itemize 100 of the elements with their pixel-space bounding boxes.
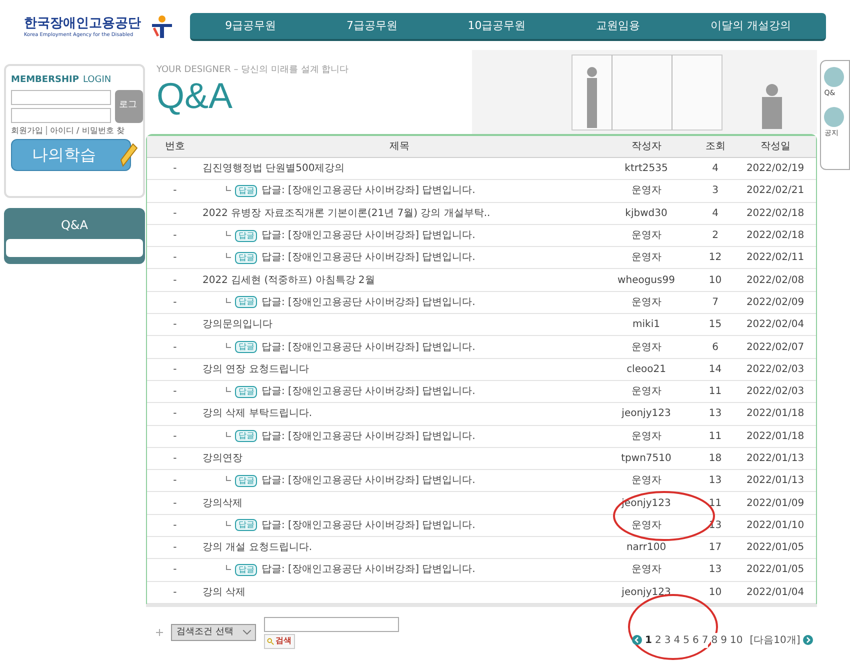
row-number: - (172, 296, 178, 310)
post-title-link[interactable]: 답글: [장애인고용공단 사이버강좌] 답변입니다. (261, 228, 476, 244)
reply-badge: 답글 (235, 386, 258, 398)
post-title-link[interactable]: 답글: [장애인고용공단 사이버강좌] 답변입니다. (261, 518, 476, 533)
search-condition-select[interactable]: 검색조건 선택 (171, 624, 256, 641)
post-title-link[interactable]: 답글: [장애인고용공단 사이버강좌] 답변입니다. (261, 562, 476, 578)
reply-arrow-icon (226, 342, 232, 348)
views-cell-text: 13 (708, 474, 723, 488)
author-cell-text: kjbwd30 (624, 206, 668, 221)
reply-arrow-icon (226, 520, 232, 526)
row-number: - (172, 563, 178, 578)
post-title-link[interactable]: 답글: [장애인고용공단 사이버강좌] 답변입니다. (261, 294, 476, 310)
author-cell-text: ktrt2535 (624, 162, 669, 176)
post-title-link[interactable]: 답글: [장애인고용공단 사이버강좌] 답변입니다. (261, 473, 476, 488)
author-cell-text: 운영자 (630, 474, 662, 488)
date-cell-text: 2022/02/21 (745, 184, 806, 198)
views-cell-text: 15 (708, 318, 723, 332)
nav-link[interactable]: 10급공무원 (468, 18, 526, 34)
login-title: MEMBERSHIP (11, 74, 79, 87)
row-number: - (172, 518, 178, 533)
column-header: 제목 (388, 140, 410, 154)
nav-link[interactable]: 교원임용 (596, 18, 640, 34)
reply-badge: 답글 (235, 430, 258, 442)
author-cell-text: tpwn7510 (620, 452, 672, 466)
post-title-link[interactable]: 2022 김세현 (적중하프) 아침특강 2월 (202, 272, 375, 288)
previous-page-icon[interactable] (632, 635, 642, 646)
views-cell-text: 4 (711, 206, 720, 221)
post-title-link[interactable]: 강의연장 (202, 451, 242, 466)
row-number: - (172, 452, 178, 466)
reply-badge: 답글 (235, 519, 258, 532)
id-input-field[interactable] (11, 90, 111, 104)
nav-link[interactable]: 9급공무원 (225, 18, 276, 34)
post-title-link[interactable]: 강의 개설 요청드립니다. (202, 540, 312, 556)
reply-badge: 답글 (235, 341, 258, 354)
logo-icon (149, 14, 175, 40)
date-cell-text: 2022/02/04 (745, 318, 806, 332)
post-title-link[interactable]: 답글: [장애인고용공단 사이버강좌] 답변입니다. (261, 340, 476, 355)
reply-arrow-icon (226, 476, 232, 482)
account-link[interactable]: 회원가입 (11, 124, 43, 136)
search-input-field[interactable] (264, 616, 400, 632)
author-cell-text: 운영자 (630, 229, 662, 244)
post-title-link[interactable]: 2022 유병장 자료조직개론 기본이론(21년 7월) 강의 개설부탁.. (202, 206, 490, 221)
author-cell-text: 운영자 (630, 563, 662, 578)
reply-arrow-icon (226, 298, 232, 303)
views-cell-text: 7 (711, 296, 720, 310)
reply-badge: 답글 (235, 474, 258, 487)
login-subtitle: LOGIN (82, 74, 112, 87)
date-cell-text: 2022/01/18 (745, 430, 806, 444)
post-title-link[interactable]: 답글: [장애인고용공단 사이버강좌] 답변입니다. (261, 250, 476, 266)
reply-arrow-icon (226, 253, 232, 258)
row-number: - (172, 340, 178, 355)
date-cell-text: 2022/02/18 (745, 229, 806, 244)
row-number: - (172, 586, 178, 600)
views-cell-text: 12 (708, 251, 723, 266)
row-number: - (172, 206, 178, 221)
search-icon (267, 638, 274, 645)
account-link[interactable]: 아이디 / 비밀번호 찾 (50, 124, 124, 136)
reply-badge: 답글 (235, 564, 258, 576)
post-title-link[interactable]: 답글: [장애인고용공단 사이버강좌] 답변입니다. (261, 384, 476, 400)
author-cell-text: jeonjy123 (620, 496, 672, 511)
post-title-link[interactable]: 강의삭제 (202, 496, 242, 511)
post-title-link[interactable]: 답글: [장애인고용공단 사이버강좌] 답변입니다. (261, 428, 476, 444)
nav-link[interactable]: 이달의 개설강의 (710, 18, 791, 34)
search-button[interactable]: 검색 (264, 634, 296, 649)
post-title-link[interactable]: 답글: [장애인고용공단 사이버강좌] 답변입니다. (261, 183, 476, 198)
nav-link[interactable]: 7급공무원 (346, 18, 398, 34)
row-number: - (172, 541, 178, 556)
author-cell-text: jeonjy123 (620, 407, 672, 422)
views-cell-text: 13 (708, 563, 723, 578)
date-cell-text: 2022/01/18 (745, 407, 806, 422)
next-page-icon[interactable] (803, 635, 814, 646)
reply-arrow-icon (226, 387, 232, 392)
author-cell-text: jeonjy123 (620, 586, 672, 600)
logo-title: 한국장애인고용공단 (24, 16, 141, 32)
row-number: - (172, 184, 178, 198)
views-cell-text: 11 (708, 385, 723, 400)
reply-arrow-icon (226, 231, 232, 236)
reply-badge: 답글 (235, 230, 258, 242)
reply-badge: 답글 (235, 296, 258, 308)
post-title-link[interactable]: 강의 연장 요청드립니다 (202, 362, 309, 377)
date-cell-text: 2022/02/11 (745, 251, 806, 266)
date-cell-text: 2022/01/13 (745, 474, 806, 488)
row-number: - (172, 430, 178, 444)
views-cell-text: 11 (708, 430, 723, 444)
post-title-link[interactable]: 김진영행정법 단원별500제강의 (202, 161, 345, 176)
row-number: - (172, 162, 178, 176)
date-cell-text: 2022/01/10 (745, 518, 806, 533)
next-group-link[interactable]: [다음10개] (750, 632, 800, 648)
author-cell-text: cleoo21 (626, 362, 667, 377)
reply-badge: 답글 (235, 252, 258, 264)
author-cell-text: 운영자 (630, 184, 662, 198)
post-title-link[interactable]: 강의 삭제 부탁드립니다. (202, 406, 312, 422)
reply-arrow-icon (226, 565, 232, 570)
author-cell-text: 운영자 (630, 340, 662, 355)
password-input-field[interactable] (11, 108, 111, 122)
post-title-link[interactable]: 강의 삭제 (202, 584, 246, 600)
date-cell-text: 2022/01/05 (745, 563, 806, 578)
page-link[interactable]: 7 (702, 632, 708, 648)
column-header: 조회 (704, 140, 726, 154)
post-title-link[interactable]: 강의문의입니다 (202, 317, 272, 332)
